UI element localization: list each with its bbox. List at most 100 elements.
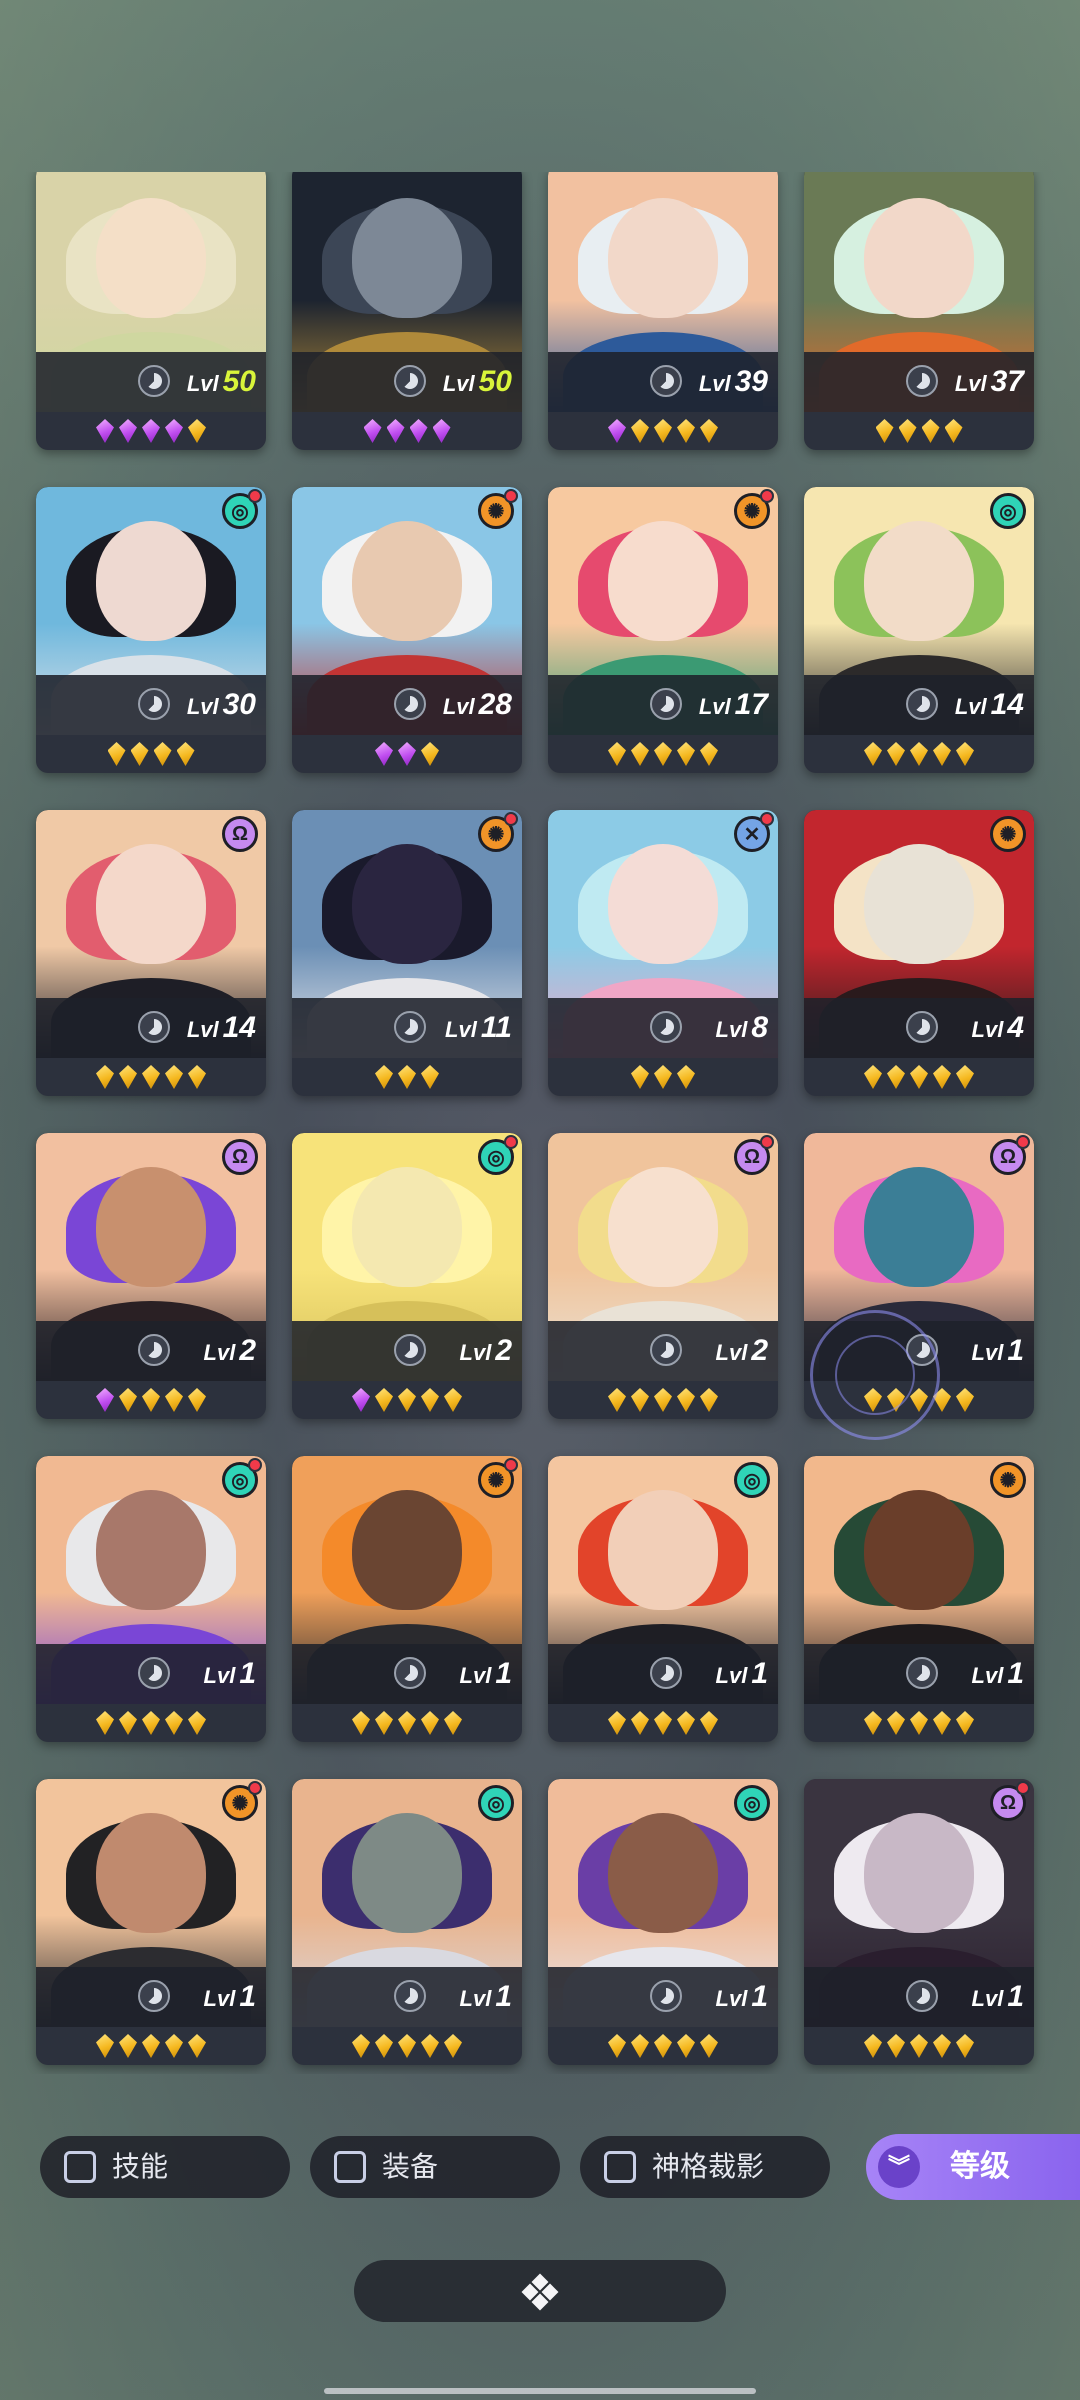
gold-gem-icon [864,1065,882,1089]
gold-gem-icon [398,1065,416,1089]
notification-dot [1016,1135,1030,1149]
hero-level: Lvl 1 [460,1654,512,1696]
teal-faction-icon: ◎ [734,1785,770,1821]
level-prefix: Lvl [442,694,475,719]
sort-level-button[interactable]: ︾ 等级 [866,2134,1080,2200]
level-progress-icon [138,365,170,397]
hero-card[interactable]: Lvl 14 Ω [36,810,266,1096]
level-prefix: Lvl [459,1340,492,1365]
hero-level: Lvl 1 [972,1331,1024,1373]
level-number: 37 [990,365,1024,398]
gold-gem-icon [421,1388,439,1412]
checkbox-icon[interactable] [64,2151,96,2183]
hero-card[interactable]: Lvl 2 Ω [548,1133,778,1419]
hero-card[interactable]: Lvl 30 ◎ [36,487,266,773]
hero-card[interactable]: Lvl 37 [804,172,1034,450]
level-number: 28 [478,688,512,721]
hero-card[interactable]: Lvl 1 Ω [804,1779,1034,2065]
gold-gem-icon [96,2034,114,2058]
level-number: 1 [239,1657,256,1690]
hero-card[interactable]: Lvl 8 ✕ [548,810,778,1096]
hero-card[interactable]: Lvl 28 ✺ [292,487,522,773]
hero-card[interactable]: Lvl 50 [36,172,266,450]
hero-card[interactable]: Lvl 17 ✺ [548,487,778,773]
touch-indicator [810,1310,940,1440]
level-progress-icon [138,1657,170,1689]
gold-gem-icon [654,742,672,766]
level-bar: Lvl 1 [292,1967,522,2027]
purple-faction-icon: Ω [222,816,258,852]
star-rating [804,412,1034,450]
level-bar: Lvl 17 [548,675,778,735]
collapse-handle[interactable] [354,2260,726,2322]
star-rating [548,1381,778,1419]
purple-gem-icon [363,419,382,443]
gold-gem-icon [608,742,626,766]
level-bar: Lvl 28 [292,675,522,735]
level-bar: Lvl 1 [804,1967,1034,2027]
level-number: 17 [734,688,768,721]
level-bar: Lvl 50 [292,352,522,412]
star-rating [36,2027,266,2065]
hero-card[interactable]: Lvl 1 ◎ [548,1779,778,2065]
gold-gem-icon [119,1388,137,1412]
gold-gem-icon [677,1711,695,1735]
gold-gem-icon [933,742,951,766]
level-bar: Lvl 1 [292,1644,522,1704]
gold-gem-icon [165,2034,183,2058]
hero-level: Lvl 1 [716,1977,768,2019]
gold-gem-icon [956,742,974,766]
filter-bar: 技能 装备 神格裁影 ︾ 等级 [0,2134,1080,2200]
hero-card[interactable]: Lvl 50 [292,172,522,450]
filter-skill[interactable]: 技能 [40,2136,290,2198]
hero-grid[interactable]: Lvl 50 Lvl 50 Lvl 39 Lvl 37 Lvl 30 ◎ Lvl 28 ✺ Lvl 17 ✺ Lv… [0,172,1080,2074]
level-prefix: Lvl [971,1340,1004,1365]
gold-gem-icon [188,1711,206,1735]
gold-gem-icon [654,2034,672,2058]
level-bar: Lvl 14 [36,998,266,1058]
gold-gem-icon [130,742,149,766]
hero-level: Lvl 1 [460,1977,512,2019]
hero-card[interactable]: Lvl 1 ◎ [292,1779,522,2065]
gold-gem-icon [910,1065,928,1089]
hero-card[interactable]: Lvl 1 ◎ [548,1456,778,1742]
hero-card[interactable]: Lvl 2 Ω [36,1133,266,1419]
hero-level: Lvl 30 [187,685,256,727]
level-progress-icon [650,688,682,720]
filter-label: 技能 [112,2151,169,2182]
gold-gem-icon [887,1065,905,1089]
level-progress-icon [906,688,938,720]
gold-gem-icon [352,1711,370,1735]
hero-card[interactable]: Lvl 2 ◎ [292,1133,522,1419]
hero-card[interactable]: Lvl 1 ◎ [36,1456,266,1742]
hero-card[interactable]: Lvl 39 [548,172,778,450]
purple-gem-icon [608,419,626,443]
hero-card[interactable]: Lvl 1 ✺ [804,1456,1034,1742]
level-prefix: Lvl [203,1986,236,2011]
home-indicator[interactable] [324,2388,756,2394]
purple-gem-icon [432,419,451,443]
gold-gem-icon [444,2034,462,2058]
gold-gem-icon [188,419,206,443]
hero-card[interactable]: Lvl 1 ✺ [36,1779,266,2065]
hero-card[interactable]: Lvl 1 ✺ [292,1456,522,1742]
filter-divine-shadow[interactable]: 神格裁影 [580,2136,830,2198]
star-rating [36,412,266,450]
gold-gem-icon [107,742,126,766]
level-number: 30 [222,688,256,721]
gold-gem-icon [142,1065,160,1089]
gold-gem-icon [864,1711,882,1735]
hero-card[interactable]: Lvl 11 ✺ [292,810,522,1096]
level-number: 1 [495,1657,512,1690]
checkbox-icon[interactable] [334,2151,366,2183]
gold-gem-icon [375,2034,393,2058]
level-progress-icon [394,1980,426,2012]
level-number: 50 [222,365,256,398]
filter-equipment[interactable]: 装备 [310,2136,560,2198]
checkbox-icon[interactable] [604,2151,636,2183]
hero-card[interactable]: Lvl 14 ◎ [804,487,1034,773]
hero-card[interactable]: Lvl 4 ✺ [804,810,1034,1096]
level-bar: Lvl 8 [548,998,778,1058]
gold-gem-icon [910,2034,928,2058]
purple-gem-icon [165,419,183,443]
